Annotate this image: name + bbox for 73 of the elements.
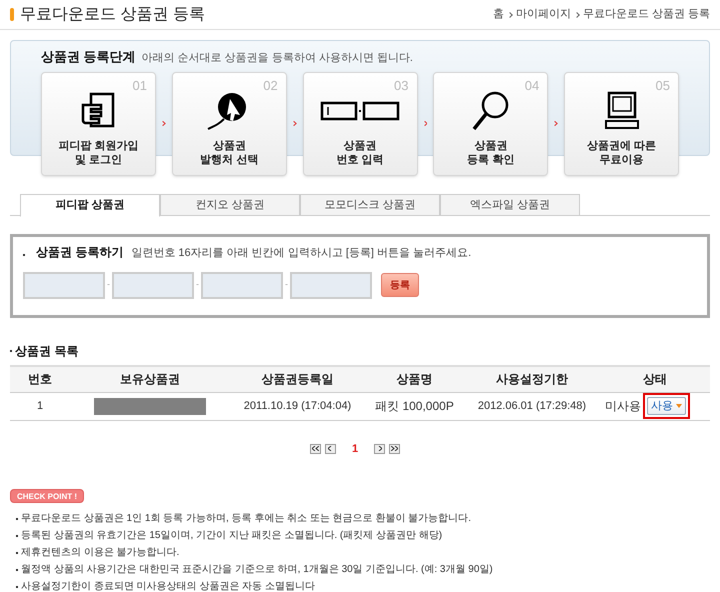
- double-chevron-left-icon: [312, 446, 319, 452]
- register-title: 상품권 등록하기: [36, 244, 124, 261]
- separator-dash: -: [196, 278, 199, 292]
- column-header: 번호: [10, 366, 70, 392]
- step-label: 피디팝 회원가입: [58, 138, 139, 152]
- register-instruction: 일련번호 16자리를 아래 빈칸에 입력하시고 [등록] 버튼을 눌러주세요.: [131, 246, 472, 261]
- checkpoint-badge: CHECK POINT !: [10, 489, 84, 503]
- prev-page-button[interactable]: [324, 444, 336, 454]
- page-link[interactable]: 1: [352, 440, 358, 457]
- last-page-button[interactable]: [389, 444, 400, 454]
- step-label: 및 로그인: [74, 152, 122, 166]
- column-header: 상품명: [365, 366, 464, 392]
- checkpoint-note: 사용설정기한이 종료되면 미사용상태의 상품권은 자동 소멸됩니다: [21, 580, 315, 592]
- checkpoint-note: 등록된 상품권의 유효기간은 15일이며, 기간이 지난 패킷은 소멸됩니다. (패킷제 상품권만 해당): [21, 529, 442, 543]
- column-header: 상품권등록일: [230, 366, 366, 392]
- page-title: 무료다운로드 상품권 등록: [20, 4, 205, 24]
- chevron-right-icon: [378, 446, 382, 452]
- column-header: 사용설정기한: [464, 366, 600, 392]
- chevron-right-icon: [554, 119, 558, 128]
- step-number: 05: [656, 76, 670, 94]
- register-button[interactable]: 등록: [381, 273, 419, 297]
- list-title: 상품권 목록: [15, 343, 78, 360]
- tab[interactable]: 컨지오 상품권: [160, 194, 300, 216]
- step-label: 상품권에 따른: [586, 138, 656, 152]
- separator-dash: -: [107, 278, 110, 292]
- title-marker: [10, 8, 14, 21]
- magnifier-icon: [470, 90, 511, 132]
- chevron-right-icon: [292, 119, 296, 128]
- computer-icon: [604, 90, 640, 130]
- tab[interactable]: 피디팝 상품권: [20, 194, 160, 217]
- step-label: 상품권: [212, 138, 246, 152]
- table-cell-text: 미사용: [605, 398, 641, 415]
- serial-input-field[interactable]: [23, 272, 105, 298]
- step-number: 01: [132, 76, 147, 94]
- column-header: 상태: [600, 366, 710, 392]
- step-label: 번호 입력: [336, 152, 384, 166]
- steps-description: 아래의 순서대로 상품권을 등록하여 사용하시면 됩니다.: [142, 51, 413, 66]
- step-number: 02: [263, 76, 278, 94]
- next-page-button[interactable]: [374, 444, 386, 454]
- column-header: 보유상품권: [70, 366, 230, 392]
- checkpoint-note: 무료다운로드 상품권은 1인 1회 등록 가능하며, 등록 후에는 취소 또는 현금으로 환불이 불가능합니다.: [21, 512, 472, 526]
- table-cell: 2011.10.19 (17:04:04): [230, 392, 366, 420]
- breadcrumb-link[interactable]: 마이페이지: [516, 6, 571, 23]
- breadcrumb-separator-icon: [574, 12, 580, 18]
- step-label: 발행처 선택: [200, 152, 258, 166]
- step-label: 무료이용: [600, 152, 644, 166]
- use-dropdown[interactable]: 사용: [647, 397, 686, 415]
- separator-dash: -: [285, 278, 288, 292]
- steps-title: 상품권 등록단계: [41, 48, 136, 66]
- chevron-left-icon: [328, 446, 332, 452]
- double-chevron-right-icon: [391, 446, 398, 452]
- step-label: 상품권: [344, 138, 376, 152]
- tab[interactable]: 엑스파일 상품권: [440, 194, 580, 216]
- tab[interactable]: 모모디스크 상품권: [300, 194, 440, 216]
- checkpoint-note: 제휴컨텐츠의 이용은 불가능합니다.: [21, 546, 180, 560]
- serial-input-field[interactable]: [290, 272, 372, 298]
- step-label: 상품권: [474, 138, 508, 152]
- step-label: 등록 확인: [467, 152, 514, 166]
- table-cell: 2012.06.01 (17:29:48): [464, 392, 600, 420]
- table-cell: 1: [10, 392, 70, 420]
- breadcrumb-separator-icon: [507, 12, 513, 18]
- chevron-right-icon: [162, 119, 166, 128]
- first-page-button[interactable]: [310, 444, 321, 454]
- chevron-right-icon: [424, 119, 428, 128]
- caret-down-icon: [676, 404, 682, 408]
- serial-input-field[interactable]: [112, 272, 194, 298]
- serial-input-field[interactable]: [201, 272, 283, 298]
- breadcrumb-link[interactable]: 무료다운로드 상품권 등록: [582, 6, 710, 23]
- checkpoint-note: 월정액 상품의 사용기간은 대한민국 표준시간을 기준으로 하며, 1개월은 30일 기준입니다. (예: 3개월 90일): [21, 563, 493, 577]
- step-number: 03: [394, 76, 408, 94]
- step-number: 04: [524, 76, 540, 94]
- table-cell: 패킷 100,000P: [365, 392, 464, 420]
- breadcrumb-link[interactable]: 홈: [492, 6, 504, 23]
